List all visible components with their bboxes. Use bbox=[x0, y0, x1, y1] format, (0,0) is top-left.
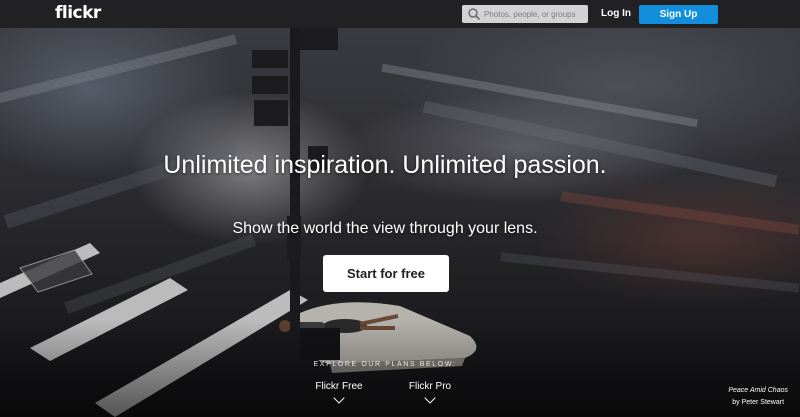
photo-title[interactable]: Peace Amid Chaos bbox=[728, 385, 788, 397]
chevron-down-icon bbox=[424, 392, 436, 404]
hero-headline: Unlimited inspiration. Unlimited passion… bbox=[163, 151, 607, 179]
plans-heading: EXPLORE OUR PLANS BELOW: bbox=[313, 361, 457, 368]
login-link[interactable]: Log In bbox=[601, 8, 631, 19]
plan-label: Flickr Pro bbox=[408, 381, 452, 392]
flickr-logo[interactable]: flickr bbox=[55, 3, 101, 23]
plan-link-flickr-pro[interactable]: Flickr Pro bbox=[400, 381, 460, 404]
signup-button[interactable]: Sign Up bbox=[639, 5, 718, 24]
plan-label: Flickr Free bbox=[315, 381, 363, 392]
hero-subheadline: Show the world the view through your len… bbox=[232, 220, 538, 237]
plan-link-flickr-free[interactable]: Flickr Free bbox=[309, 381, 369, 404]
search-box[interactable] bbox=[462, 5, 588, 23]
start-for-free-button[interactable]: Start for free bbox=[323, 255, 449, 292]
photo-credit: Peace Amid Chaos by Peter Stewart bbox=[728, 385, 788, 409]
photo-author[interactable]: by Peter Stewart bbox=[728, 397, 788, 409]
search-icon[interactable] bbox=[467, 7, 481, 21]
search-input[interactable] bbox=[484, 5, 586, 23]
top-nav-bar: flickr Log In Sign Up bbox=[0, 0, 800, 28]
chevron-down-icon bbox=[333, 392, 345, 404]
